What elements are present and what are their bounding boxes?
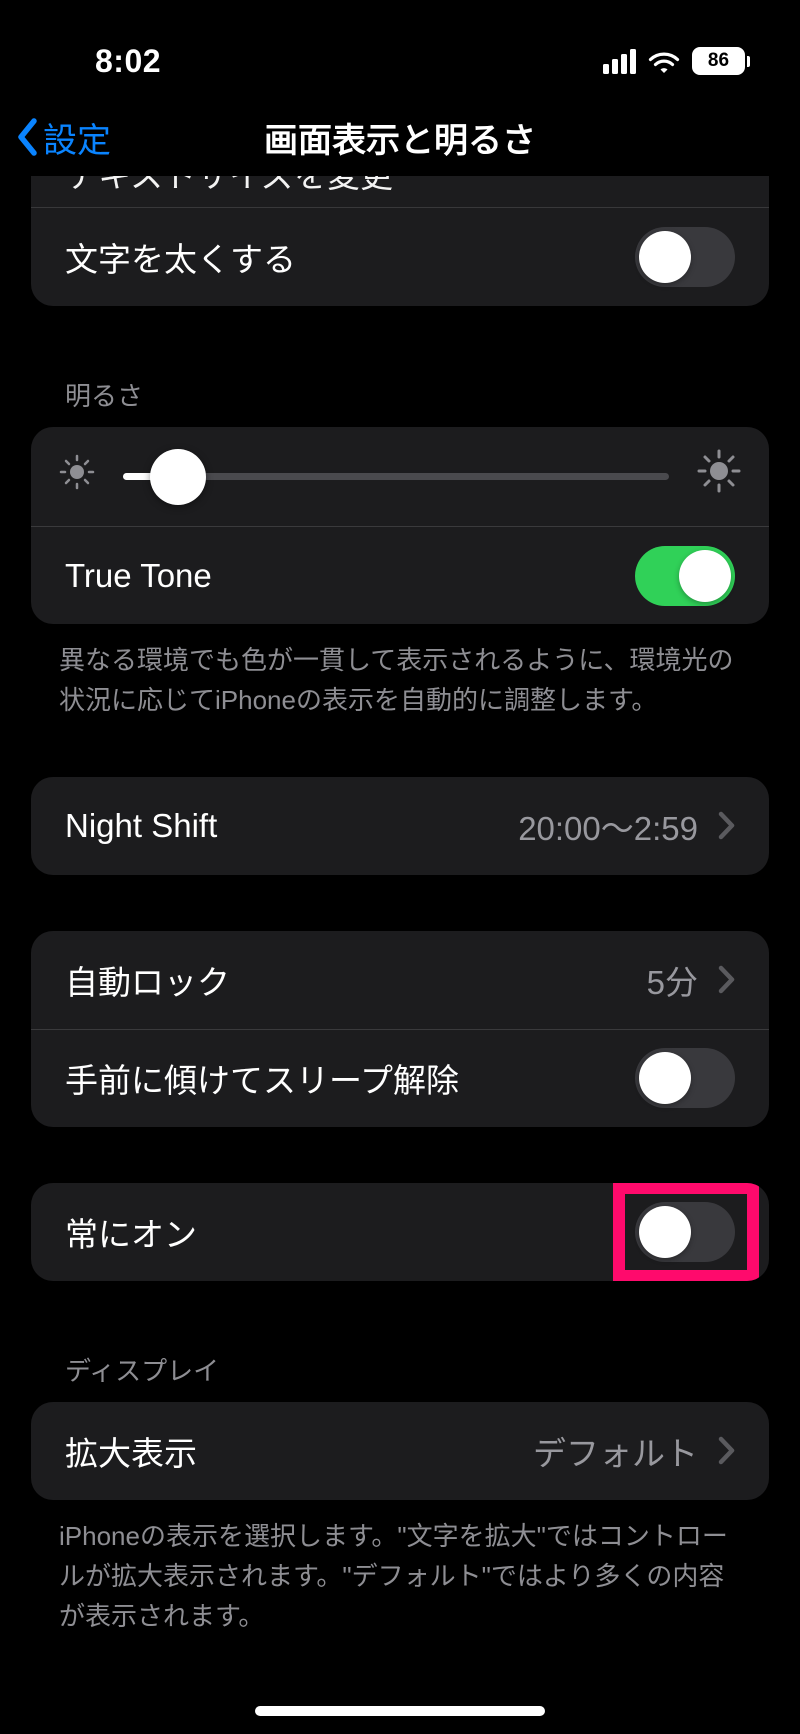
- chevron-left-icon: [14, 117, 41, 157]
- row-raise-to-wake[interactable]: 手前に傾けてスリープ解除: [31, 1029, 769, 1127]
- brightness-slider[interactable]: [123, 473, 669, 480]
- row-bold-text[interactable]: 文字を太くする: [31, 208, 769, 306]
- always-on-group: 常にオン: [31, 1183, 769, 1281]
- row-auto-lock[interactable]: 自動ロック 5分: [31, 931, 769, 1029]
- chevron-right-icon: [718, 1436, 735, 1465]
- brightness-slider-handle[interactable]: [150, 449, 206, 505]
- sun-high-icon: [697, 449, 741, 504]
- nav-header: 設定 画面表示と明るさ: [0, 92, 800, 182]
- brightness-slider-row[interactable]: [31, 427, 769, 526]
- auto-lock-label: 自動ロック: [65, 956, 230, 1004]
- lock-group: 自動ロック 5分 手前に傾けてスリープ解除: [31, 931, 769, 1127]
- night-shift-group: Night Shift 20:00～2:59: [31, 777, 769, 875]
- row-display-zoom[interactable]: 拡大表示 デフォルト: [31, 1402, 769, 1500]
- true-tone-footer: 異なる環境でも色が一貫して表示されるように、環境光の状況に応じてiPhoneの表…: [31, 624, 769, 721]
- battery-level: 86: [708, 50, 729, 72]
- brightness-group: True Tone: [31, 427, 769, 624]
- always-on-label: 常にオン: [65, 1208, 197, 1256]
- battery-icon: 86: [692, 47, 750, 75]
- chevron-right-icon: [718, 965, 735, 994]
- row-night-shift[interactable]: Night Shift 20:00～2:59: [31, 777, 769, 875]
- status-time: 8:02: [95, 43, 161, 80]
- back-button[interactable]: 設定: [14, 113, 111, 162]
- cellular-signal-icon: [603, 49, 636, 74]
- chevron-right-icon: [718, 811, 735, 840]
- true-tone-label: True Tone: [65, 557, 212, 595]
- display-zoom-footer: iPhoneの表示を選択します。"文字を拡大"ではコントロールが拡大表示されます…: [31, 1500, 769, 1637]
- text-size-label: テキストサイズを変更: [65, 176, 393, 194]
- always-on-toggle[interactable]: [635, 1202, 735, 1262]
- sun-low-icon: [59, 454, 95, 499]
- raise-to-wake-toggle[interactable]: [635, 1048, 735, 1108]
- wifi-icon: [647, 49, 681, 75]
- auto-lock-value: 5分: [647, 956, 698, 1004]
- true-tone-toggle[interactable]: [635, 546, 735, 606]
- night-shift-value: 20:00～2:59: [518, 802, 698, 850]
- display-header: ディスプレイ: [31, 1351, 769, 1402]
- bold-text-label: 文字を太くする: [65, 233, 296, 281]
- page-title: 画面表示と明るさ: [264, 113, 536, 162]
- row-text-size[interactable]: テキストサイズを変更: [31, 176, 769, 208]
- row-always-on[interactable]: 常にオン: [31, 1183, 769, 1281]
- bold-text-toggle[interactable]: [635, 227, 735, 287]
- row-true-tone[interactable]: True Tone: [31, 526, 769, 624]
- home-indicator[interactable]: [255, 1706, 545, 1716]
- display-zoom-value: デフォルト: [533, 1427, 698, 1475]
- text-appearance-group: テキストサイズを変更 文字を太くする: [31, 176, 769, 306]
- back-label: 設定: [43, 113, 111, 162]
- night-shift-label: Night Shift: [65, 807, 217, 845]
- brightness-header: 明るさ: [31, 376, 769, 427]
- always-on-toggle-highlight: [635, 1202, 735, 1262]
- display-zoom-group: 拡大表示 デフォルト: [31, 1402, 769, 1500]
- status-bar: 8:02 86: [0, 0, 800, 92]
- status-icons: 86: [603, 47, 750, 75]
- raise-to-wake-label: 手前に傾けてスリープ解除: [65, 1054, 459, 1102]
- display-zoom-label: 拡大表示: [65, 1427, 197, 1475]
